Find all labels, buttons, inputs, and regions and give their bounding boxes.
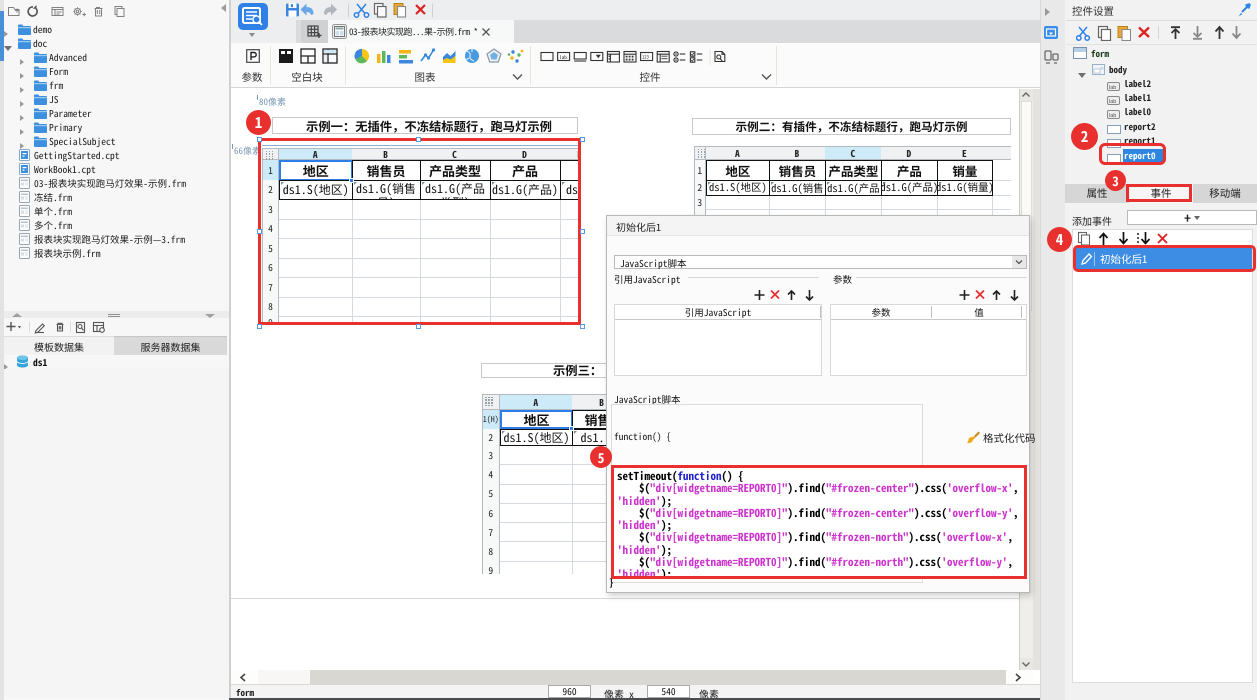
svg-text:lab: lab: [1109, 84, 1116, 90]
svg-text:lab: lab: [1109, 98, 1116, 104]
svg-text:lab: lab: [1109, 113, 1116, 119]
svg-text:123: 123: [642, 55, 649, 61]
svg-text:lab: lab: [559, 54, 567, 61]
